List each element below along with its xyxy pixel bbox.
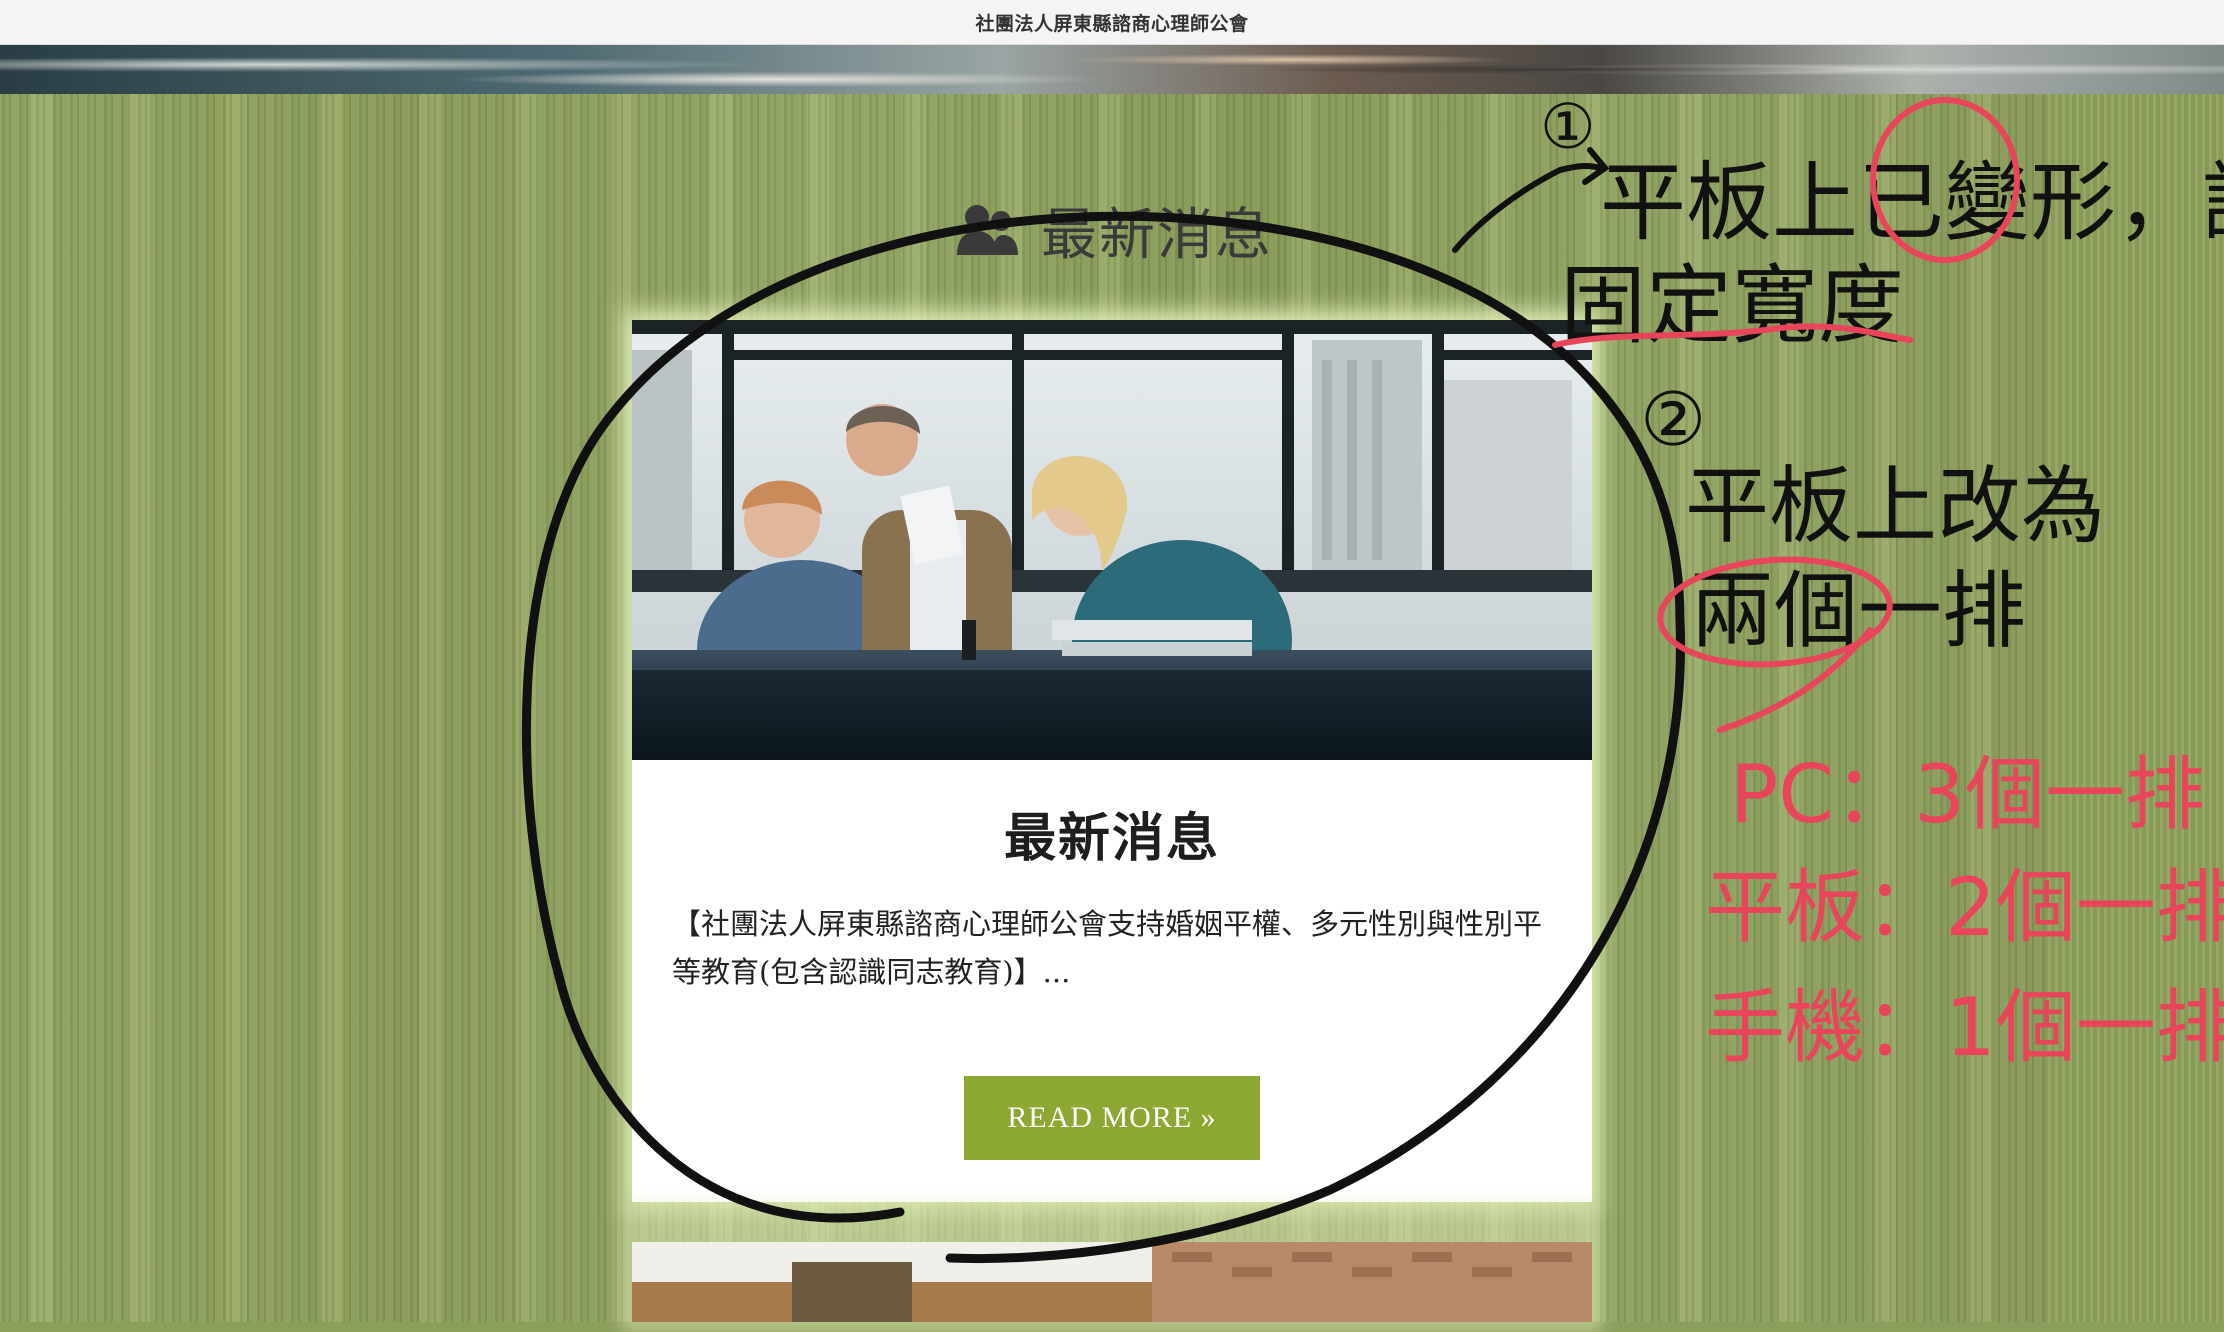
right-background-strip [2048, 94, 2224, 1322]
header-banner-image [0, 45, 2224, 94]
news-card-2[interactable] [632, 1242, 1592, 1322]
section-heading: 最新消息 [955, 190, 1273, 271]
news-card-title[interactable]: 最新消息 [632, 796, 1592, 871]
news-card-excerpt: 【社團法人屏東縣諮商心理師公會支持婚姻平權、多元性別與性別平等教育(包含認識同志… [672, 907, 1543, 989]
page-title: 社團法人屏東縣諮商心理師公會 [975, 12, 1249, 35]
news-card-image[interactable] [632, 320, 1592, 760]
news-card-2-image[interactable] [632, 1242, 1592, 1322]
news-card: 最新消息 【社團法人屏東縣諮商心理師公會支持婚姻平權、多元性別與性別平等教育(包… [632, 320, 1592, 1202]
read-more-button[interactable]: READ MORE » [964, 1076, 1260, 1160]
browser-title-bar: 社團法人屏東縣諮商心理師公會 [0, 0, 2224, 45]
section-title: 最新消息 [1041, 203, 1273, 268]
users-icon [957, 204, 1018, 255]
